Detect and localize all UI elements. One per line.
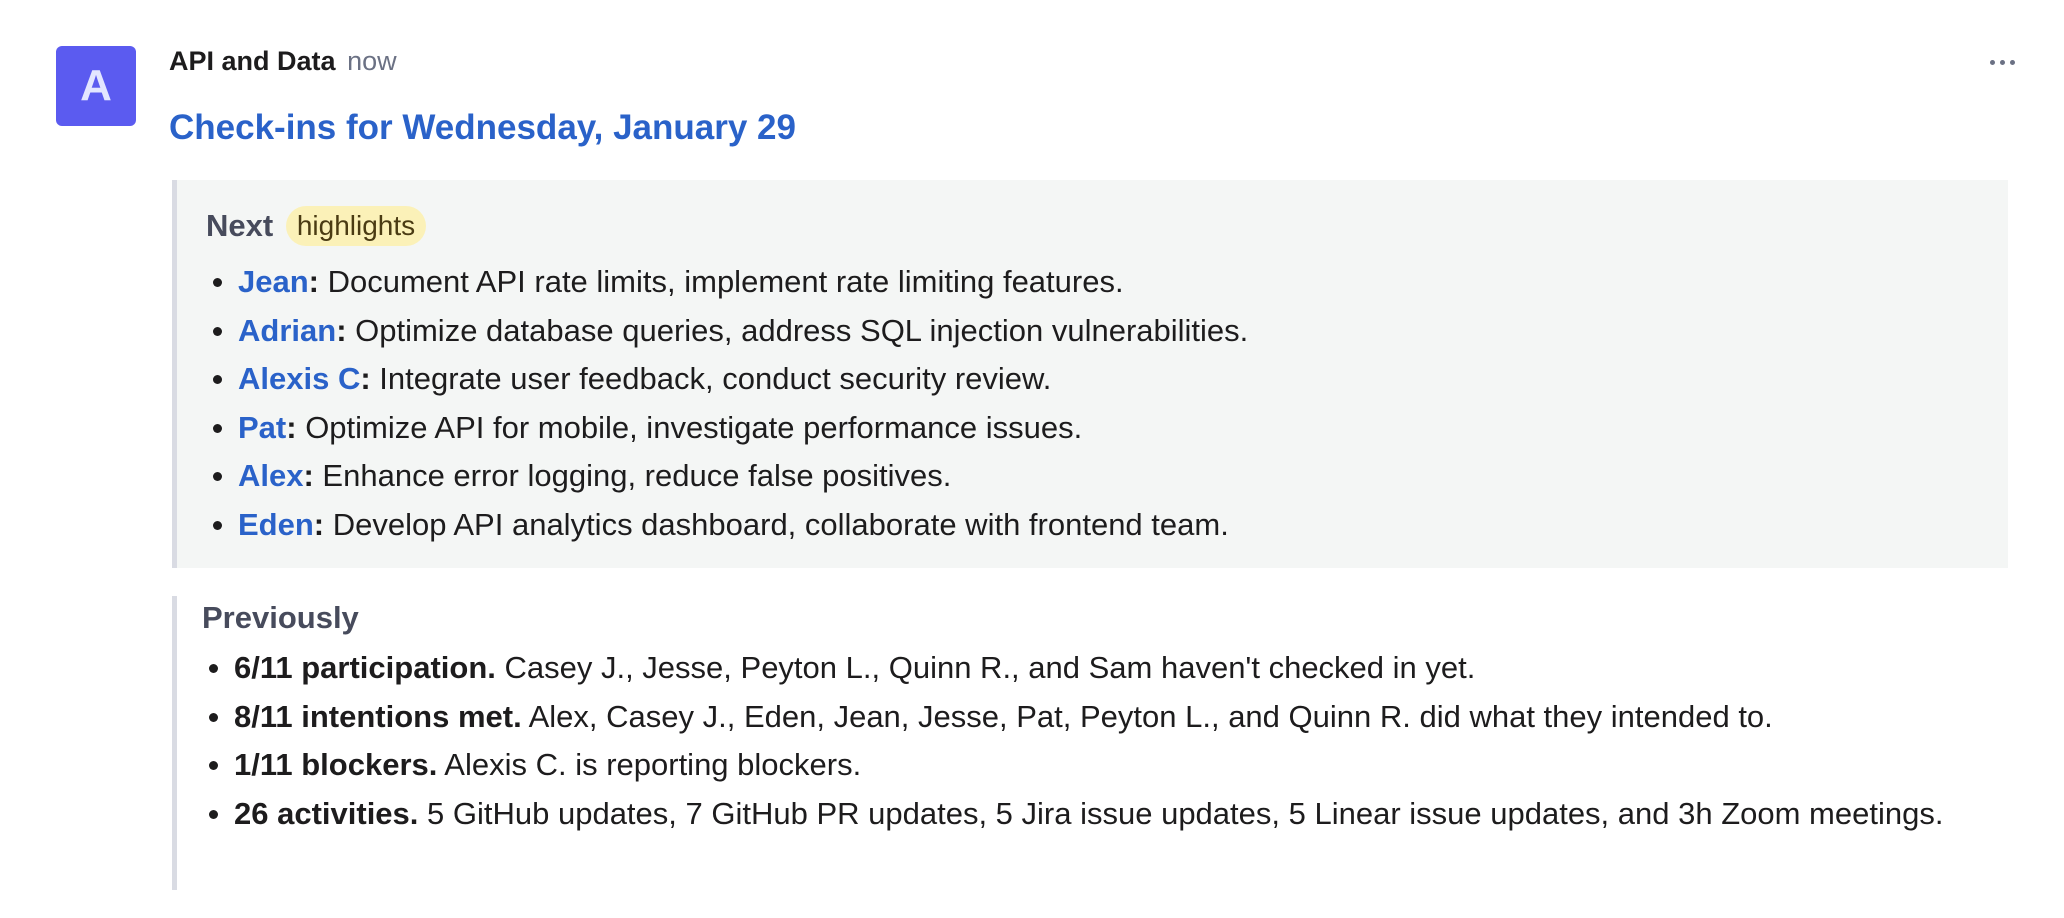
list-item: 8/11 intentions met. Alex, Casey J., Ede… bbox=[202, 693, 1982, 742]
next-list: Jean: Document API rate limits, implemen… bbox=[206, 258, 1996, 549]
stat-label: 1/11 blockers. bbox=[234, 747, 438, 782]
item-text: Alexis C. is reporting blockers. bbox=[437, 747, 862, 782]
item-text: Optimize API for mobile, investigate per… bbox=[296, 409, 1083, 445]
stat-label: 6/11 participation. bbox=[234, 650, 496, 685]
user-mention[interactable]: Adrian bbox=[238, 313, 336, 348]
item-text: 5 GitHub updates, 7 GitHub PR updates, 5… bbox=[418, 795, 1944, 831]
next-highlights-block: Next highlights Jean: Document API rate … bbox=[172, 180, 2008, 568]
list-item: Adrian: Optimize database queries, addre… bbox=[206, 307, 1996, 356]
more-actions-icon[interactable] bbox=[1980, 44, 2024, 80]
item-text: Integrate user feedback, conduct securit… bbox=[370, 361, 1052, 396]
list-item: 26 activities. 5 GitHub updates, 7 GitHu… bbox=[202, 790, 1982, 839]
stat-label: 26 activities. bbox=[234, 795, 419, 831]
user-mention[interactable]: Alex bbox=[238, 458, 303, 493]
item-text: Casey J., Jesse, Peyton L., Quinn R., an… bbox=[495, 650, 1476, 685]
next-heading: Next highlights bbox=[206, 206, 427, 246]
list-item: Jean: Document API rate limits, implemen… bbox=[206, 258, 1996, 307]
sender-name[interactable]: API and Data bbox=[169, 46, 336, 76]
item-text: Enhance error logging, reduce false posi… bbox=[313, 458, 952, 493]
list-item: Alex: Enhance error logging, reduce fals… bbox=[206, 452, 1996, 501]
item-text: Optimize database queries, address SQL i… bbox=[346, 312, 1249, 348]
user-mention[interactable]: Pat bbox=[238, 410, 286, 445]
next-heading-label: Next bbox=[206, 208, 274, 243]
previously-block: Previously 6/11 participation. Casey J.,… bbox=[172, 596, 2008, 890]
list-item: Alexis C: Integrate user feedback, condu… bbox=[206, 355, 1996, 404]
checkin-title-link[interactable]: Check-ins for Wednesday, January 29 bbox=[169, 104, 796, 152]
previously-heading: Previously bbox=[202, 600, 359, 635]
list-item: Pat: Optimize API for mobile, investigat… bbox=[206, 404, 1996, 453]
message-header: API and Data now bbox=[169, 44, 397, 78]
previously-list: 6/11 participation. Casey J., Jesse, Pey… bbox=[202, 644, 1982, 838]
user-mention[interactable]: Jean bbox=[238, 264, 309, 299]
stat-label: 8/11 intentions met. bbox=[234, 698, 522, 734]
list-item: Eden: Develop API analytics dashboard, c… bbox=[206, 501, 1996, 550]
message-timestamp[interactable]: now bbox=[347, 46, 397, 76]
user-mention[interactable]: Alexis C bbox=[238, 361, 360, 396]
item-text: Alex, Casey J., Eden, Jean, Jesse, Pat, … bbox=[521, 698, 1773, 734]
item-text: Develop API analytics dashboard, collabo… bbox=[324, 506, 1229, 542]
list-item: 6/11 participation. Casey J., Jesse, Pey… bbox=[202, 644, 1982, 693]
highlights-badge: highlights bbox=[285, 206, 427, 246]
user-mention[interactable]: Eden bbox=[238, 507, 314, 542]
avatar[interactable]: A bbox=[56, 46, 136, 126]
item-text: Document API rate limits, implement rate… bbox=[319, 264, 1124, 299]
list-item: 1/11 blockers. Alexis C. is reporting bl… bbox=[202, 741, 1982, 790]
